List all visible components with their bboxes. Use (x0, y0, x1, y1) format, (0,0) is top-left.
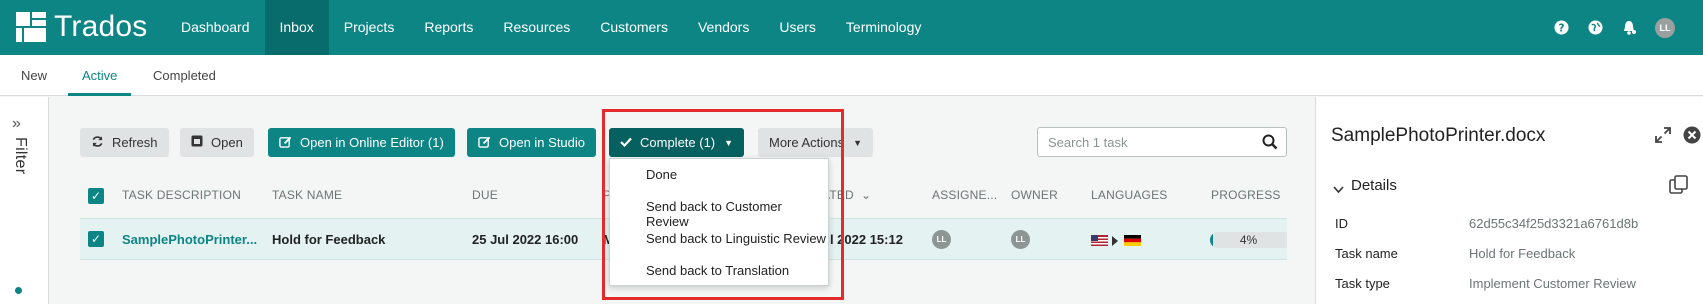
open-button[interactable]: Open (180, 128, 254, 157)
col-due[interactable]: DUE (472, 188, 498, 202)
us-flag-icon (1091, 234, 1108, 249)
online-editor-label: Open in Online Editor (1) (300, 135, 444, 150)
col-task-name[interactable]: TASK NAME (272, 188, 342, 202)
task-description-link[interactable]: SamplePhotoPrinter... (122, 232, 257, 247)
filter-active-indicator (15, 287, 22, 294)
top-navigation-bar: Trados Dashboard Inbox Projects Reports … (0, 0, 1703, 55)
nav-reports[interactable]: Reports (409, 0, 488, 55)
nav-inbox[interactable]: Inbox (264, 0, 329, 55)
tab-new[interactable]: New (21, 55, 47, 96)
detail-value-task-name: Hold for Feedback (1469, 246, 1576, 261)
main-nav: Dashboard Inbox Projects Reports Resourc… (166, 0, 936, 55)
chevron-down-icon: ▼ (853, 137, 863, 148)
open-online-editor-button[interactable]: Open in Online Editor (1) (268, 128, 455, 157)
help-icon[interactable]: ? (1553, 20, 1569, 36)
edit-icon (478, 135, 491, 151)
menu-item-done[interactable]: Done (646, 167, 677, 182)
detail-label-task-name: Task name (1335, 246, 1398, 261)
assignee-avatar: LL (932, 230, 951, 249)
progress-bar: 4% (1210, 232, 1287, 248)
col-owner[interactable]: OWNER (1011, 188, 1058, 202)
nav-projects[interactable]: Projects (329, 0, 410, 55)
refresh-button[interactable]: Refresh (80, 128, 169, 157)
row-checkbox[interactable]: ✓ (88, 231, 104, 247)
nav-dashboard[interactable]: Dashboard (166, 0, 265, 55)
tab-completed[interactable]: Completed (153, 55, 216, 96)
chevron-down-icon[interactable] (1333, 181, 1344, 199)
notifications-bell-icon[interactable] (1621, 20, 1637, 36)
refresh-icon (91, 135, 104, 151)
complete-dropdown-menu: Done Send back to Customer Review Send b… (609, 158, 829, 286)
col-progress[interactable]: PROGRESS (1211, 188, 1281, 202)
inbox-subtabs: New Active Completed (0, 55, 1703, 96)
svg-text:?: ? (1558, 22, 1564, 34)
task-search-input[interactable]: Search 1 task (1037, 127, 1287, 157)
menu-item-send-back-linguistic-review[interactable]: Send back to Linguistic Review (646, 231, 826, 246)
nav-vendors[interactable]: Vendors (683, 0, 764, 55)
details-panel: SamplePhotoPrinter.docx Details ID 62d55… (1315, 97, 1703, 304)
expand-filter-icon[interactable]: » (12, 115, 21, 133)
complete-dropdown-button[interactable]: Complete (1) ▼ (609, 128, 745, 157)
trados-logo[interactable]: Trados (14, 9, 147, 45)
menu-item-send-back-customer-review[interactable]: Send back to Customer Review (646, 199, 828, 229)
studio-label: Open in Studio (499, 135, 586, 150)
more-actions-button[interactable]: More Actions ▼ (758, 128, 874, 157)
menu-item-send-back-translation[interactable]: Send back to Translation (646, 263, 789, 278)
refresh-label: Refresh (112, 135, 158, 150)
copy-icon[interactable] (1669, 175, 1688, 199)
filter-panel-collapsed[interactable]: » Filter (0, 97, 49, 304)
more-actions-label: More Actions (769, 135, 845, 150)
details-title: SamplePhotoPrinter.docx (1331, 125, 1546, 146)
complete-label: Complete (1) (640, 135, 716, 150)
open-label: Open (211, 135, 243, 150)
trados-logo-icon (14, 10, 48, 44)
detail-value-id: 62d55c34f25d3321a6761d8b (1469, 216, 1639, 231)
nav-users[interactable]: Users (764, 0, 831, 55)
task-name-cell: Hold for Feedback (272, 232, 386, 247)
col-assignee[interactable]: ASSIGNE... (932, 188, 997, 202)
created-date-cell: ul 2022 15:12 (822, 232, 903, 247)
search-placeholder: Search 1 task (1048, 135, 1128, 150)
due-date-cell: 25 Jul 2022 16:00 (472, 232, 579, 247)
details-section-toggle[interactable]: Details (1351, 177, 1397, 194)
search-icon[interactable] (1262, 134, 1278, 155)
detail-label-id: ID (1335, 216, 1348, 231)
owner-avatar: LL (1011, 230, 1030, 249)
col-languages[interactable]: LANGUAGES (1091, 188, 1168, 202)
nav-resources[interactable]: Resources (488, 0, 585, 55)
tab-active[interactable]: Active (68, 55, 132, 96)
detail-value-task-type: Implement Customer Review (1469, 276, 1636, 291)
progress-text: 4% (1239, 233, 1258, 247)
open-in-studio-button[interactable]: Open in Studio (467, 128, 597, 157)
detail-label-task-type: Task type (1335, 276, 1390, 291)
arrow-right-icon (1112, 234, 1118, 249)
nav-customers[interactable]: Customers (585, 0, 683, 55)
german-flag-icon (1124, 234, 1141, 249)
col-task-description[interactable]: TASK DESCRIPTION (122, 188, 241, 202)
top-utilities: ? LL (1535, 0, 1703, 55)
filter-label: Filter (12, 137, 29, 175)
user-avatar[interactable]: LL (1655, 17, 1675, 38)
expand-icon[interactable] (1655, 127, 1671, 148)
close-icon[interactable] (1683, 126, 1701, 149)
chevron-down-icon: ▼ (724, 137, 734, 148)
globe-icon[interactable] (1587, 20, 1603, 36)
app-name: Trados (54, 10, 148, 43)
checkmark-icon (620, 135, 632, 150)
sort-chevron-down-icon[interactable]: ⌄ (861, 188, 871, 202)
open-icon (191, 135, 203, 150)
edit-icon (279, 135, 292, 151)
nav-terminology[interactable]: Terminology (831, 0, 936, 55)
select-all-checkbox[interactable]: ✓ (88, 188, 104, 204)
